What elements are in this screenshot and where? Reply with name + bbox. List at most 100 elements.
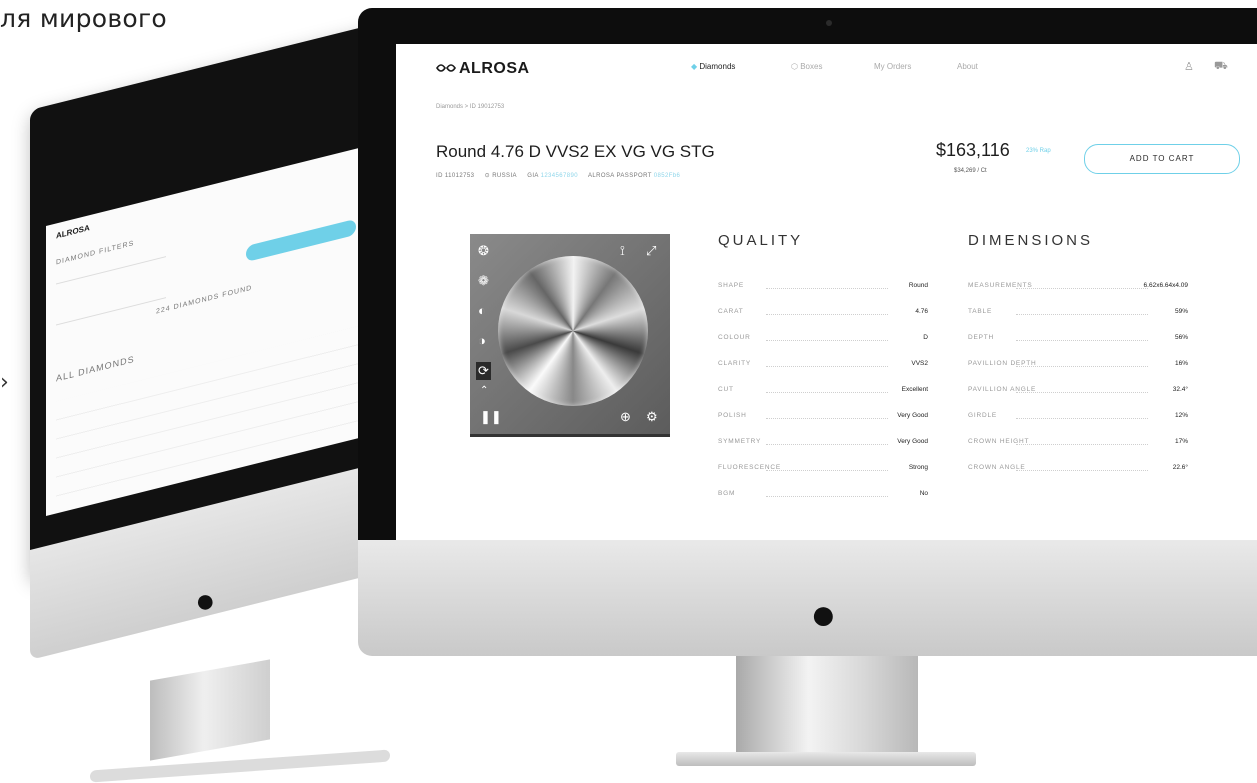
dimension-row: CROWN ANGLE 22.6° bbox=[968, 464, 1188, 478]
dotted-leader bbox=[766, 288, 888, 289]
breadcrumb[interactable]: Diamonds > ID 19012753 bbox=[436, 104, 504, 110]
back-imac-stand bbox=[150, 659, 270, 761]
settings-icon[interactable]: ⚙ bbox=[646, 410, 658, 424]
front-imac: ALROSA ◆ Diamonds ⬡ Boxes My Orders Abou… bbox=[358, 8, 1257, 768]
quality-row: BGM No bbox=[718, 490, 928, 504]
quality-row: COLOUR D bbox=[718, 334, 928, 348]
back-apple-logo-icon: ● bbox=[195, 582, 216, 620]
view-side-icon[interactable]: ◐ bbox=[478, 304, 486, 318]
view-profile-icon[interactable]: ◑ bbox=[478, 334, 486, 348]
dotted-leader bbox=[1016, 392, 1148, 393]
nav-boxes[interactable]: ⬡ Boxes bbox=[791, 62, 822, 71]
expand-icon[interactable]: ⤢ bbox=[646, 244, 656, 258]
back-filters-title: DIAMOND FILTERS bbox=[56, 240, 135, 267]
meta-gia-link[interactable]: 1234567890 bbox=[541, 173, 578, 179]
dimension-value: 16% bbox=[1174, 360, 1188, 367]
quality-label: BGM bbox=[718, 490, 736, 497]
alrosa-logo[interactable]: ALROSA bbox=[436, 60, 530, 78]
nav-about[interactable]: About bbox=[957, 62, 978, 71]
zoom-icon[interactable]: ⊕ bbox=[620, 410, 631, 424]
back-logo: ALROSA bbox=[56, 223, 90, 241]
quality-value: No bbox=[919, 490, 928, 497]
background-heading: ля мирового bbox=[0, 4, 167, 33]
imac-screen: ALROSA ◆ Diamonds ⬡ Boxes My Orders Abou… bbox=[396, 44, 1257, 540]
dotted-leader bbox=[766, 470, 888, 471]
quality-value: 4.76 bbox=[915, 308, 928, 315]
dimension-row: GIRDLE 12% bbox=[968, 412, 1188, 426]
dimension-row: CROWN HEIGHT 17% bbox=[968, 438, 1188, 452]
dimensions-heading: DIMENSIONS bbox=[968, 232, 1094, 249]
quality-value: Very Good bbox=[897, 412, 928, 419]
quality-value: Round bbox=[908, 282, 928, 289]
product-price: $163,116 bbox=[936, 140, 1010, 160]
dimension-label: TABLE bbox=[968, 308, 993, 315]
quality-label: SHAPE bbox=[718, 282, 745, 289]
quality-label: COLOUR bbox=[718, 334, 751, 341]
meta-gia-label: GIA bbox=[527, 173, 539, 179]
view-top-icon[interactable]: ❂ bbox=[478, 244, 489, 258]
quality-value: Strong bbox=[908, 464, 928, 471]
back-imac-display: ALROSA DIAMOND FILTERS 224 DIAMONDS FOUN… bbox=[46, 144, 371, 517]
pause-icon[interactable]: ❚❚ bbox=[480, 410, 502, 424]
quality-value: VVS2 bbox=[911, 360, 928, 367]
dotted-leader bbox=[766, 444, 888, 445]
quality-label: CLARITY bbox=[718, 360, 752, 367]
back-diamond-table bbox=[56, 325, 361, 502]
rap-percentage: 23% Rap bbox=[1026, 148, 1051, 154]
quality-row: POLISH Very Good bbox=[718, 412, 928, 426]
dimension-row: PAVILLION DEPTH 16% bbox=[968, 360, 1188, 374]
chevron-up-icon[interactable]: ⌃ bbox=[480, 384, 488, 398]
dotted-leader bbox=[766, 418, 888, 419]
dimension-value: 32.4° bbox=[1172, 386, 1188, 393]
rotate-icon[interactable]: ⟳ bbox=[476, 362, 491, 380]
quality-label: CARAT bbox=[718, 308, 744, 315]
user-icon[interactable]: ♙ bbox=[1184, 60, 1194, 73]
dimension-value: 56% bbox=[1174, 334, 1188, 341]
nav-my-orders[interactable]: My Orders bbox=[874, 62, 911, 71]
dimension-label: DEPTH bbox=[968, 334, 995, 341]
back-all-diamonds: ALL DIAMONDS bbox=[56, 353, 135, 384]
imac-foot bbox=[676, 752, 976, 766]
background-bullet: › bbox=[0, 370, 9, 395]
meta-passport-label: ALROSA PASSPORT bbox=[587, 173, 652, 179]
back-imac-foot bbox=[90, 749, 390, 783]
imac-stand bbox=[736, 656, 918, 756]
dotted-leader bbox=[1016, 470, 1148, 471]
quality-value: Very Good bbox=[897, 438, 928, 445]
quality-heading: QUALITY bbox=[718, 232, 804, 249]
top-nav: ALROSA ◆ Diamonds ⬡ Boxes My Orders Abou… bbox=[396, 44, 1257, 88]
dotted-leader bbox=[1016, 288, 1148, 289]
compare-icon[interactable]: ⟟ bbox=[620, 244, 625, 258]
diamond-image bbox=[498, 256, 648, 406]
diamond-viewer[interactable]: ❂ ❁ ◐ ◑ ⟳ ⌃ ❚❚ ⟟ ⤢ ⊕ ⚙ bbox=[470, 234, 670, 437]
dimension-value: 59% bbox=[1174, 308, 1188, 315]
logo-text: ALROSA bbox=[459, 60, 530, 77]
imac-bezel: ALROSA ◆ Diamonds ⬡ Boxes My Orders Abou… bbox=[358, 8, 1257, 578]
meta-origin: RUSSIA bbox=[492, 173, 517, 179]
camera-icon bbox=[826, 20, 832, 26]
dotted-leader bbox=[1016, 366, 1148, 367]
cart-icon[interactable]: ⛟ bbox=[1214, 60, 1228, 74]
view-face-icon[interactable]: ❁ bbox=[478, 274, 489, 288]
quality-label: POLISH bbox=[718, 412, 747, 419]
alrosa-logo-icon bbox=[436, 64, 456, 72]
product-meta: ID 11012753 ⊙ RUSSIA GIA 1234567890 ALRO… bbox=[436, 172, 680, 179]
price-per-carat: $34,269 / Ct bbox=[954, 168, 987, 174]
nav-diamonds[interactable]: ◆ Diamonds bbox=[691, 62, 735, 71]
add-to-cart-button[interactable]: ADD TO CART bbox=[1084, 144, 1240, 174]
box-icon: ⬡ bbox=[791, 62, 801, 71]
dimension-row: DEPTH 56% bbox=[968, 334, 1188, 348]
origin-icon: ⊙ bbox=[484, 173, 491, 179]
dimension-row: MEASUREMENTS 6.62x6.64x4.09 bbox=[968, 282, 1188, 296]
quality-row: CARAT 4.76 bbox=[718, 308, 928, 322]
quality-row: SYMMETRY Very Good bbox=[718, 438, 928, 452]
back-found-count: 224 DIAMONDS FOUND bbox=[156, 284, 253, 316]
dotted-leader bbox=[1016, 314, 1148, 315]
dotted-leader bbox=[766, 496, 888, 497]
product-title: Round 4.76 D VVS2 EX VG VG STG bbox=[436, 142, 715, 161]
apple-logo-icon: ● bbox=[810, 590, 837, 639]
imac-chin bbox=[358, 540, 1257, 656]
dotted-leader bbox=[766, 340, 888, 341]
quality-value: D bbox=[923, 334, 928, 341]
meta-passport-link[interactable]: 0852Fb6 bbox=[654, 173, 681, 179]
